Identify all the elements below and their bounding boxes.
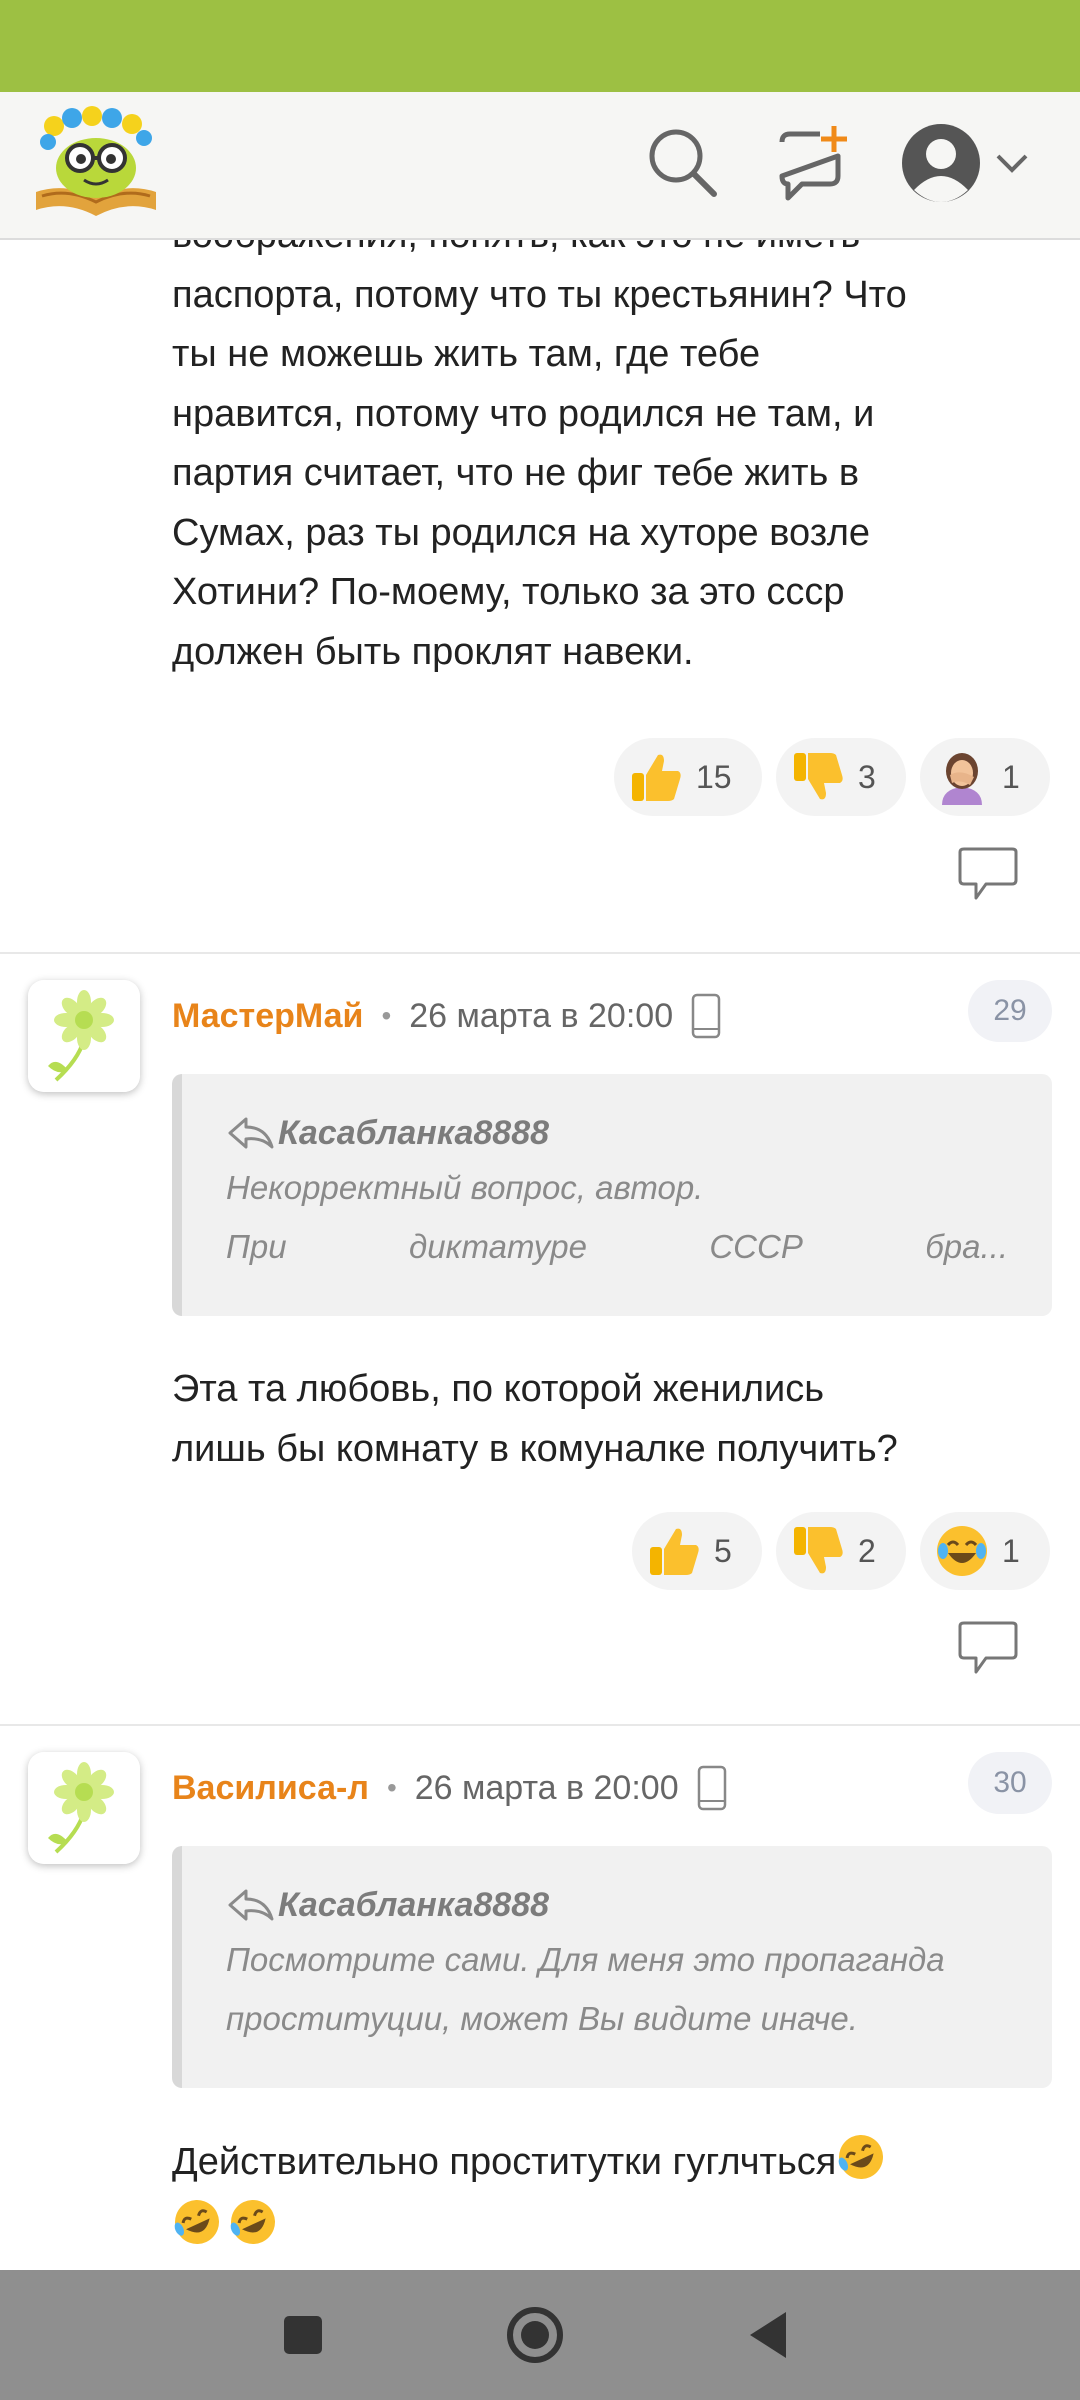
quote-word: бра...	[925, 1228, 1008, 1265]
reaction-laugh-button[interactable]: 1	[920, 1512, 1050, 1590]
reaction-like-button[interactable]: 15	[614, 738, 762, 816]
new-post-icon[interactable]	[776, 126, 852, 202]
author-name[interactable]: МастерМай	[172, 997, 363, 1036]
comment-date: 26 марта в 20:00	[409, 996, 674, 1035]
reaction-count: 15	[696, 758, 732, 795]
thumbs-up-icon	[632, 754, 681, 801]
comment-line: Действительно проститутки гуглчться	[172, 2132, 1052, 2193]
system-navigation-bar	[0, 2270, 1080, 2400]
user-avatar[interactable]	[28, 1752, 140, 1864]
mobile-device-icon	[697, 1765, 726, 1811]
reaction-like-button[interactable]: 5	[632, 1512, 762, 1590]
reply-arrow-icon	[228, 1117, 274, 1149]
reply-icon[interactable]	[956, 846, 1020, 902]
thumbs-down-icon	[794, 753, 843, 800]
comment-text: Действительно проститутки гуглчться	[172, 2132, 1052, 2252]
reply-arrow-icon	[228, 1889, 274, 1921]
comment-number-badge[interactable]: 30	[968, 1752, 1052, 1814]
reaction-count: 5	[714, 1532, 732, 1569]
quote-word: СССР	[709, 1228, 803, 1265]
comment-line: Эта та любовь, по которой женились	[172, 1368, 825, 1410]
comment-line: ты не можешь жить там, где тебе	[172, 333, 761, 375]
home-button[interactable]	[500, 2300, 570, 2370]
comment-line: Сумах, раз ты родился на хуторе возле	[172, 511, 871, 554]
quote-word: диктатуре	[408, 1228, 587, 1265]
reaction-facepalm-button[interactable]: 1	[920, 738, 1050, 816]
reaction-count: 1	[1002, 1532, 1020, 1569]
reactions-row: 15 3 1	[614, 738, 1050, 816]
reaction-count: 3	[858, 758, 876, 795]
quote-author-row: Касабланка8888	[226, 1108, 1008, 1158]
comments-feed: воображения, понять, как это не иметь па…	[0, 240, 1080, 2270]
rofl-emoji-icon	[174, 2200, 219, 2245]
search-icon[interactable]	[644, 124, 720, 200]
comment-line: партия считает, что не фиг тебе жить в	[172, 452, 860, 494]
rofl-emoji-icon	[230, 2200, 275, 2245]
reply-icon[interactable]	[956, 1620, 1020, 1676]
comment-line: воображения, понять, как это не иметь	[172, 240, 1052, 266]
status-bar	[0, 0, 1080, 92]
reactions-row: 5 2 1	[632, 1512, 1050, 1590]
comment-line: нравится, потому что родился не там, и	[172, 392, 875, 435]
user-avatar-icon[interactable]	[900, 122, 982, 204]
comment-line-text: Действительно проститутки гуглчться	[172, 2141, 837, 2183]
facepalm-icon	[942, 753, 982, 805]
quote-block[interactable]: Касабланка8888 Некорректный вопрос, авто…	[172, 1074, 1052, 1316]
comment-meta: Василиса-л • 26 марта в 20:00	[172, 1763, 727, 1813]
quote-block[interactable]: Касабланка8888 Посмотрите сами. Для меня…	[172, 1846, 1052, 2088]
quote-author: Касабланка8888	[278, 1113, 550, 1152]
site-logo[interactable]	[32, 106, 160, 218]
separator-dot: •	[386, 1772, 397, 1803]
user-avatar[interactable]	[28, 980, 140, 1092]
back-button[interactable]	[736, 2300, 806, 2370]
laughing-icon	[937, 1526, 987, 1576]
comment-number-badge[interactable]: 29	[968, 980, 1052, 1042]
comment-text: воображения, понять, как это не иметь па…	[172, 240, 1052, 682]
quote-word: При	[226, 1228, 287, 1265]
comment-date: 26 марта в 20:00	[414, 1768, 679, 1807]
quote-line: Посмотрите сами. Для меня это пропаганда	[226, 1941, 945, 1978]
thumbs-up-icon	[650, 1528, 699, 1575]
comment-line	[172, 2193, 1052, 2253]
comment-text: Эта та любовь, по которой женились лишь …	[172, 1360, 1052, 1479]
reaction-dislike-button[interactable]: 3	[776, 738, 906, 816]
comment-line: лишь бы комнату в комуналке получить?	[172, 1427, 898, 1470]
comment-line: должен быть проклят навеки.	[172, 630, 694, 673]
quote-author: Касабланка8888	[278, 1885, 550, 1924]
quote-text-truncated: При диктатуре СССР бра...	[226, 1217, 1008, 1276]
rofl-emoji-icon	[839, 2135, 884, 2179]
quote-text: Некорректный вопрос, автор.	[226, 1169, 704, 1206]
author-name[interactable]: Василиса-л	[172, 1769, 369, 1808]
thumbs-down-icon	[794, 1527, 843, 1574]
mobile-device-icon	[691, 993, 721, 1039]
quote-author-row: Касабланка8888	[226, 1880, 1008, 1930]
reaction-count: 2	[858, 1532, 876, 1569]
comment-meta: МастерМай • 26 марта в 20:00	[172, 991, 721, 1041]
divider	[0, 952, 1080, 954]
recent-apps-button[interactable]	[268, 2300, 338, 2370]
comment-line: паспорта, потому что ты крестьянин? Что	[172, 273, 907, 316]
quote-text: Посмотрите сами. Для меня это пропаганда…	[226, 1930, 1008, 2048]
comment-line: Хотини? По-моему, только за это ссср	[172, 571, 845, 613]
reaction-count: 1	[1002, 758, 1020, 795]
chevron-down-icon[interactable]	[994, 146, 1030, 182]
quote-line: проституции, может Вы видите иначе.	[226, 2000, 858, 2037]
separator-dot: •	[381, 1000, 392, 1031]
divider	[0, 1724, 1080, 1726]
reaction-dislike-button[interactable]: 2	[776, 1512, 906, 1590]
app-header	[0, 92, 1080, 240]
